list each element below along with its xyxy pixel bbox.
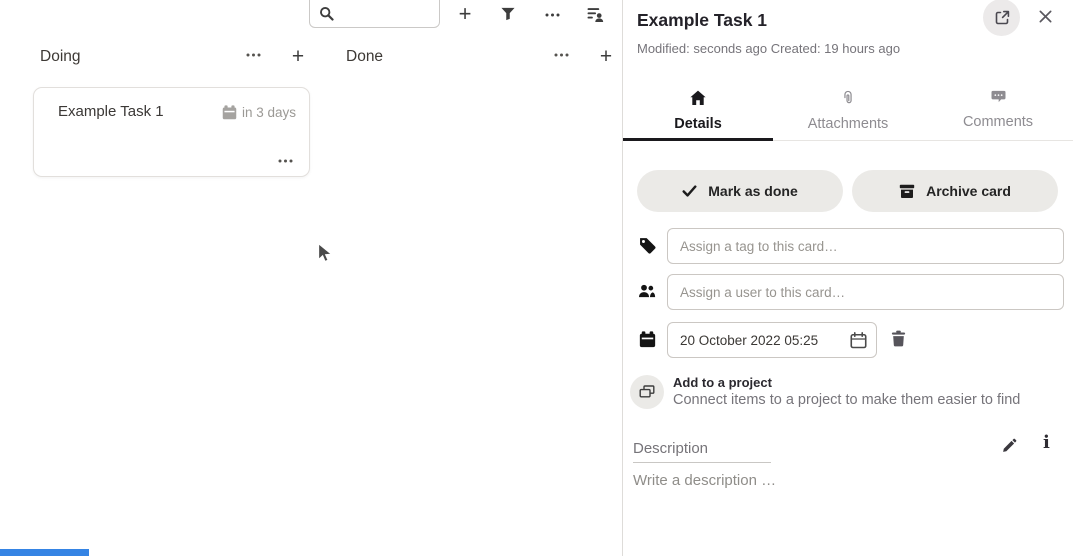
tab-comments[interactable]: Comments [923,84,1073,140]
filter-icon [501,7,515,21]
panel-title: Example Task 1 [637,10,767,31]
column-title-doing: Doing [40,48,81,66]
tab-label: Comments [963,114,1033,130]
tag-icon [639,237,656,254]
ellipsis-icon [554,53,569,57]
ellipsis-icon [545,13,560,17]
due-date-value: 20 October 2022 05:25 [680,333,850,348]
close-icon [1038,9,1053,24]
card-due: in 3 days [222,105,296,120]
sort-list-person-icon [587,6,604,23]
search-icon [319,6,334,21]
users-icon [638,283,656,299]
assign-tag-input[interactable] [667,228,1064,264]
task-card[interactable]: Example Task 1 in 3 days [33,87,310,177]
search-input[interactable] [340,6,431,21]
archive-card-button[interactable]: Archive card [852,170,1058,212]
description-label: Description [633,440,708,457]
ellipsis-icon [246,53,261,57]
plus-icon: + [600,46,612,67]
card-menu-button[interactable] [278,159,293,163]
card-title: Example Task 1 [58,103,164,120]
external-link-icon [994,10,1010,26]
paperclip-icon [841,90,855,106]
sort-assign-button[interactable] [586,5,604,23]
calendar-picker-icon[interactable] [850,332,867,349]
mouse-cursor [317,242,336,267]
tab-details[interactable]: Details [623,84,773,140]
home-icon [690,90,706,106]
info-icon: i [1043,432,1050,453]
horizontal-scrollbar-thumb[interactable] [0,549,89,556]
column-done-add-card-button[interactable]: + [596,44,616,68]
edit-description-button[interactable] [1002,438,1017,453]
remove-due-date-button[interactable] [890,330,907,347]
calendar-icon [222,105,237,120]
board-menu-button[interactable] [544,12,560,17]
app-window: + Doing + Done + Example Task 1 [0,0,1073,556]
description-info-button[interactable]: i [1043,434,1050,452]
tab-label: Details [674,116,722,132]
due-date-field[interactable]: 20 October 2022 05:25 [667,322,877,358]
tab-attachments[interactable]: Attachments [773,84,923,140]
mark-as-done-label: Mark as done [708,183,797,199]
column-doing-add-card-button[interactable]: + [288,44,308,68]
plus-icon: + [292,46,304,67]
open-in-window-button[interactable] [983,0,1020,36]
trash-icon [890,330,907,347]
filter-button[interactable] [500,6,516,22]
comment-icon [991,90,1006,104]
add-to-project-title[interactable]: Add to a project [673,375,772,390]
pencil-icon [1002,438,1017,453]
ellipsis-icon [278,159,293,163]
stacked-windows-icon [639,385,655,400]
description-divider [633,462,771,463]
calendar-icon [639,331,656,348]
assign-user-input[interactable] [667,274,1064,310]
archive-icon [899,183,915,199]
card-due-label: in 3 days [242,105,296,120]
panel-meta: Modified: seconds ago Created: 19 hours … [637,41,900,56]
add-to-project-button[interactable] [630,375,664,409]
tab-label: Attachments [808,116,889,132]
column-done-menu-button[interactable] [553,51,570,59]
check-icon [682,184,697,198]
column-title-done: Done [346,48,383,66]
add-to-project-subtitle: Connect items to a project to make them … [673,392,1020,408]
column-doing-menu-button[interactable] [245,51,262,59]
panel-tabs: Details Attachments Comments [623,84,1073,141]
archive-card-label: Archive card [926,183,1011,199]
mark-as-done-button[interactable]: Mark as done [637,170,843,212]
search-box[interactable] [309,0,440,28]
plus-icon: + [459,3,472,25]
close-panel-button[interactable] [1038,9,1053,24]
description-editor[interactable]: Write a description … [633,472,776,489]
add-list-button[interactable]: + [454,2,476,26]
